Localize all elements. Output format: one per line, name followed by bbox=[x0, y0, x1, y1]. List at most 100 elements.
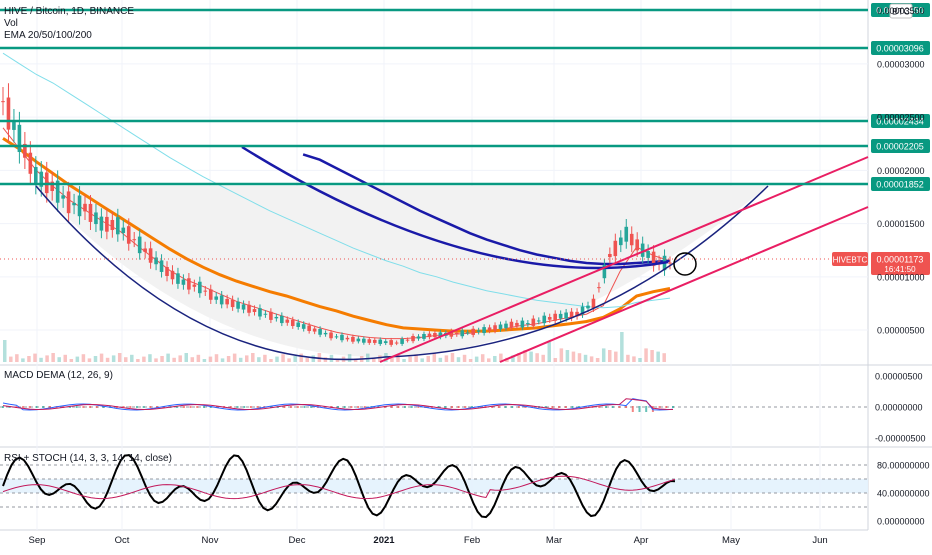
time-axis-label[interactable]: Dec bbox=[289, 535, 306, 546]
candle-body bbox=[148, 248, 153, 263]
time-axis-label[interactable]: Nov bbox=[202, 535, 219, 546]
volume-bar bbox=[565, 350, 570, 362]
macd-histogram-bar bbox=[638, 406, 641, 412]
symbol-line[interactable]: HIVE / Bitcoin, 1D, BINANCE bbox=[4, 6, 134, 18]
candle-body bbox=[624, 226, 629, 242]
macd-histogram-bar bbox=[75, 406, 78, 408]
candle-body bbox=[608, 253, 612, 258]
macd-histogram-bar bbox=[551, 406, 554, 408]
candle-body bbox=[367, 339, 372, 343]
candle-body bbox=[482, 327, 486, 334]
macd-histogram-bar bbox=[497, 406, 500, 408]
macd-axis-tick: -0.00000500 bbox=[875, 434, 926, 444]
time-axis-label[interactable]: Oct bbox=[115, 535, 130, 546]
time-axis-label[interactable]: Jun bbox=[812, 535, 827, 546]
rsi-title[interactable]: RSI + STOCH (14, 3, 3, 14, 14, close) bbox=[4, 453, 172, 465]
level-label: 0.00003096 bbox=[876, 44, 924, 54]
volume-bar bbox=[408, 356, 412, 362]
time-axis-label[interactable]: Feb bbox=[464, 535, 480, 546]
volume-bar bbox=[287, 358, 291, 362]
candle-body bbox=[1, 101, 5, 103]
macd-histogram-bar bbox=[410, 406, 413, 408]
volume-bar bbox=[178, 355, 182, 362]
volume-bar bbox=[69, 359, 74, 362]
candle-body bbox=[61, 195, 65, 199]
volume-bar bbox=[650, 350, 654, 362]
volume-bar bbox=[595, 358, 600, 362]
volume-bar bbox=[444, 355, 449, 362]
ema-label[interactable]: EMA 20/50/100/200 bbox=[4, 30, 134, 42]
volume-bar bbox=[589, 356, 594, 362]
candle-body bbox=[285, 319, 290, 323]
volume-bar bbox=[81, 354, 86, 362]
volume-bar bbox=[202, 359, 207, 362]
candle-body bbox=[460, 330, 465, 337]
price-axis-tick: 0.00003500 bbox=[877, 6, 925, 16]
macd-histogram-bar bbox=[404, 406, 406, 408]
candle-body bbox=[629, 233, 634, 246]
macd-histogram-bar bbox=[517, 406, 520, 408]
time-axis-label[interactable]: 2021 bbox=[373, 535, 395, 546]
volume-bar bbox=[142, 356, 146, 362]
time-axis-label[interactable]: Apr bbox=[634, 535, 649, 546]
candle-body bbox=[318, 328, 322, 335]
rsi-axis-tick: 80.00000000 bbox=[877, 461, 930, 471]
candle-body bbox=[208, 289, 213, 300]
candle-body bbox=[301, 324, 306, 329]
time-axis-label[interactable]: Mar bbox=[546, 535, 562, 546]
volume-bar bbox=[474, 356, 479, 362]
candle-body bbox=[329, 332, 333, 339]
volume-bar bbox=[487, 358, 491, 362]
candle-body bbox=[613, 240, 618, 257]
macd-histogram-bar bbox=[571, 406, 574, 408]
candle-body bbox=[586, 305, 590, 309]
volume-bar bbox=[99, 353, 104, 362]
candle-body bbox=[433, 332, 437, 338]
candle-body bbox=[422, 334, 426, 339]
macd-title[interactable]: MACD DEMA (12, 26, 9) bbox=[4, 370, 113, 382]
candle-body bbox=[427, 333, 432, 338]
volume-bar bbox=[493, 356, 497, 362]
candle-body bbox=[465, 332, 470, 334]
volume-bar bbox=[63, 354, 67, 362]
candle-body bbox=[307, 325, 311, 331]
candle-body bbox=[72, 202, 76, 206]
macd-histogram-bar bbox=[142, 406, 145, 408]
candle-body bbox=[635, 239, 639, 251]
volume-bar bbox=[172, 357, 176, 362]
volume-bar bbox=[33, 353, 37, 362]
volume-label[interactable]: Vol bbox=[4, 18, 134, 30]
candle-body bbox=[165, 267, 169, 276]
candle-body bbox=[252, 309, 257, 312]
volume-bar bbox=[632, 356, 636, 362]
candle-body bbox=[296, 322, 301, 327]
chart-canvas[interactable]: 0.000036500.000030960.000024340.00002205… bbox=[0, 0, 932, 550]
time-axis-label[interactable]: May bbox=[722, 535, 740, 546]
time-axis-label[interactable]: Sep bbox=[29, 535, 46, 546]
candle-body bbox=[241, 304, 246, 310]
volume-bar bbox=[402, 359, 406, 362]
candle-body bbox=[345, 337, 350, 340]
level-label: 0.00001852 bbox=[876, 180, 924, 190]
candle-body bbox=[280, 315, 284, 324]
macd-histogram-bar bbox=[611, 406, 614, 408]
symbol-badge-label: HIVEBTC bbox=[833, 256, 868, 265]
macd-histogram-bar bbox=[296, 406, 299, 408]
candle-body bbox=[520, 320, 525, 328]
candle-body bbox=[181, 279, 186, 285]
volume-bar bbox=[614, 351, 618, 362]
volume-bar bbox=[124, 357, 128, 362]
macd-histogram-bar bbox=[350, 406, 353, 408]
candle-body bbox=[258, 308, 262, 317]
volume-bar bbox=[15, 354, 19, 362]
volume-bar bbox=[57, 357, 61, 362]
price-axis-tick: 0.00001500 bbox=[877, 219, 925, 229]
candle-body bbox=[646, 251, 650, 258]
macd-histogram-bar bbox=[236, 406, 239, 408]
volume-bar bbox=[281, 354, 285, 362]
volume-bar bbox=[638, 358, 642, 362]
chart-legend: HIVE / Bitcoin, 1D, BINANCE Vol EMA 20/5… bbox=[4, 6, 134, 42]
candle-body bbox=[83, 203, 87, 212]
current-price-value: 0.00001173 bbox=[877, 255, 924, 265]
volume-bar bbox=[257, 357, 261, 362]
